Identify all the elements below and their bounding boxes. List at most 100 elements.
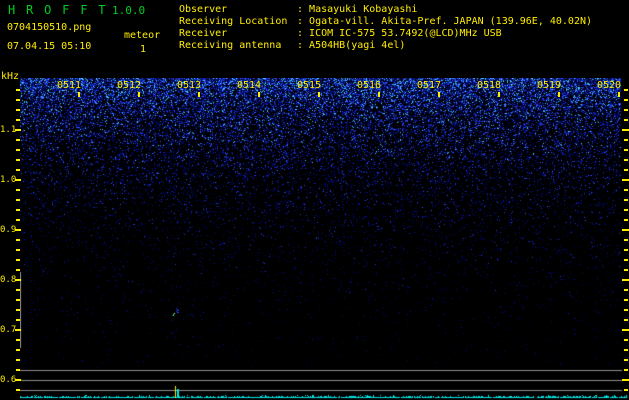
time-tick-label: 0515	[297, 80, 321, 91]
freq-minor-tick-right	[624, 249, 628, 251]
time-tick-label: 0512	[117, 80, 141, 91]
app-version: 1.0.0	[112, 4, 145, 17]
freq-minor-tick	[16, 319, 20, 321]
freq-minor-tick-right	[624, 99, 628, 101]
freq-tick-label: 0.8	[0, 275, 16, 285]
time-tick-label: 0519	[537, 80, 561, 91]
time-tick-label: 0517	[417, 80, 441, 91]
freq-minor-tick-right	[624, 349, 628, 351]
freq-minor-tick	[16, 309, 20, 311]
freq-minor-tick-right	[624, 199, 628, 201]
freq-minor-tick-right	[624, 189, 628, 191]
freq-minor-tick-right	[624, 209, 628, 211]
time-tick	[558, 92, 560, 97]
freq-minor-tick	[16, 109, 20, 111]
observation-mode-label: meteor	[124, 30, 160, 41]
freq-minor-tick	[16, 289, 20, 291]
time-tick-label: 0520	[597, 80, 621, 91]
freq-minor-tick	[16, 359, 20, 361]
station-value: ICOM IC-575 53.7492(@LCD)MHz USB	[309, 28, 502, 39]
freq-minor-tick-right	[624, 219, 628, 221]
freq-minor-tick-right	[624, 319, 628, 321]
freq-minor-tick-right	[624, 119, 628, 121]
time-tick-label: 0514	[237, 80, 261, 91]
time-tick	[318, 92, 320, 97]
time-tick	[438, 92, 440, 97]
freq-minor-tick-right	[624, 389, 628, 391]
time-tick	[258, 92, 260, 97]
station-label: Observer	[179, 4, 297, 16]
time-tick	[138, 92, 140, 97]
freq-major-tick-right	[622, 129, 629, 131]
freq-minor-tick	[16, 269, 20, 271]
output-filename: 0704150510.png	[7, 22, 91, 33]
freq-minor-tick-right	[624, 159, 628, 161]
freq-minor-tick-right	[624, 339, 628, 341]
freq-minor-tick	[16, 159, 20, 161]
station-info-table: Observer: Masayuki KobayashiReceiving Lo…	[179, 4, 592, 52]
station-info-row: Receiving Location: Ogata-vill. Akita-Pr…	[179, 16, 592, 28]
freq-minor-tick	[16, 349, 20, 351]
freq-minor-tick-right	[624, 369, 628, 371]
freq-minor-tick	[16, 199, 20, 201]
freq-minor-tick	[16, 209, 20, 211]
freq-minor-tick	[16, 169, 20, 171]
freq-minor-tick	[16, 149, 20, 151]
time-tick	[618, 92, 620, 97]
time-tick	[78, 92, 80, 97]
freq-tick-label: 0.6	[0, 375, 16, 385]
freq-major-tick-right	[622, 229, 629, 231]
spectrogram-canvas	[20, 78, 629, 400]
station-info-row: Observer: Masayuki Kobayashi	[179, 4, 592, 16]
freq-minor-tick	[16, 139, 20, 141]
station-value: Masayuki Kobayashi	[309, 4, 417, 15]
freq-minor-tick	[16, 89, 20, 91]
freq-minor-tick	[16, 259, 20, 261]
freq-major-tick-right	[622, 379, 629, 381]
freq-major-tick-right	[622, 179, 629, 181]
freq-minor-tick-right	[624, 359, 628, 361]
freq-minor-tick-right	[624, 139, 628, 141]
time-tick	[498, 92, 500, 97]
freq-unit-label: kHz	[1, 71, 19, 82]
observation-datetime: 07.04.15 05:10	[7, 41, 91, 52]
time-tick	[378, 92, 380, 97]
freq-tick-label: 1.0	[0, 175, 16, 185]
freq-minor-tick	[16, 239, 20, 241]
station-label: Receiving antenna	[179, 40, 297, 52]
station-value: Ogata-vill. Akita-Pref. JAPAN (139.96E, …	[309, 16, 592, 27]
freq-minor-tick-right	[624, 289, 628, 291]
freq-minor-tick-right	[624, 259, 628, 261]
freq-minor-tick	[16, 219, 20, 221]
freq-minor-tick	[16, 189, 20, 191]
freq-tick-label: 0.9	[0, 225, 16, 235]
freq-major-tick-right	[622, 279, 629, 281]
freq-minor-tick	[16, 299, 20, 301]
freq-minor-tick-right	[624, 89, 628, 91]
freq-minor-tick-right	[624, 169, 628, 171]
freq-minor-tick-right	[624, 269, 628, 271]
time-tick-label: 0518	[477, 80, 501, 91]
freq-minor-tick	[16, 369, 20, 371]
freq-minor-tick	[16, 99, 20, 101]
time-tick	[198, 92, 200, 97]
freq-minor-tick-right	[624, 299, 628, 301]
freq-minor-tick	[16, 339, 20, 341]
hrofft-output-window: H R O F F T 1.0.0 0704150510.png meteor …	[0, 0, 629, 400]
freq-minor-tick	[16, 119, 20, 121]
time-tick-label: 0516	[357, 80, 381, 91]
freq-minor-tick	[16, 389, 20, 391]
station-label: Receiver	[179, 28, 297, 40]
station-info-row: Receiver: ICOM IC-575 53.7492(@LCD)MHz U…	[179, 28, 592, 40]
time-tick-label: 0513	[177, 80, 201, 91]
station-info-row: Receiving antenna: A504HB(yagi 4el)	[179, 40, 592, 52]
station-label: Receiving Location	[179, 16, 297, 28]
freq-minor-tick-right	[624, 239, 628, 241]
freq-tick-label: 0.7	[0, 325, 16, 335]
freq-minor-tick-right	[624, 309, 628, 311]
station-value: A504HB(yagi 4el)	[309, 40, 405, 51]
freq-tick-label: 1.1	[0, 125, 16, 135]
freq-minor-tick	[16, 249, 20, 251]
app-title: H R O F F T	[8, 3, 107, 17]
freq-minor-tick-right	[624, 149, 628, 151]
